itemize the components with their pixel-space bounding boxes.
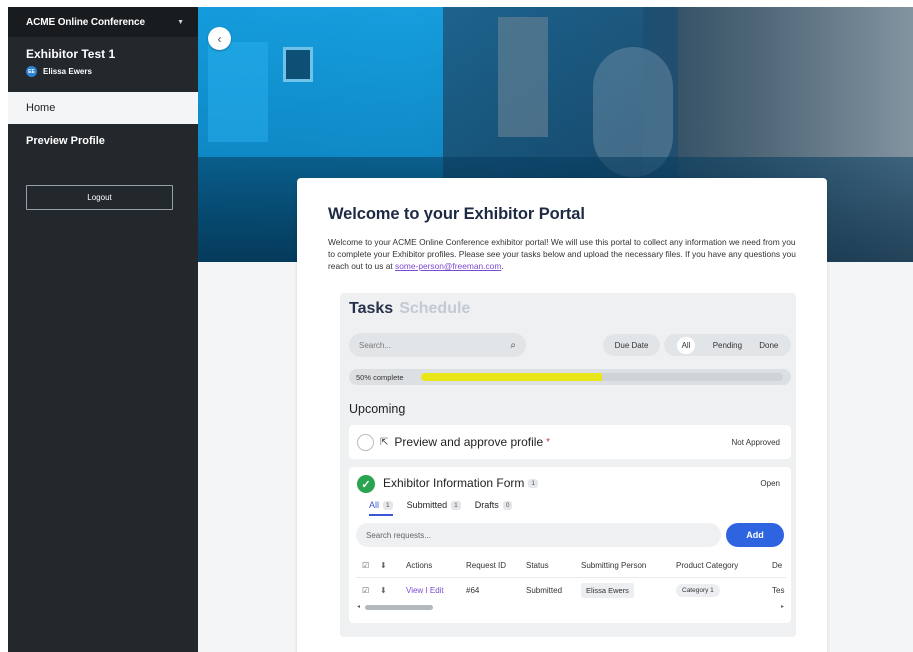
tab-drafts[interactable]: Drafts 0 bbox=[475, 500, 513, 516]
pin-icon[interactable]: ⬇ bbox=[380, 553, 387, 577]
requests-table: ☑ ⬇ Actions Request ID Status Submitting… bbox=[356, 553, 786, 601]
banner-shape bbox=[208, 42, 268, 142]
task-status: Open bbox=[760, 479, 780, 488]
add-request-button[interactable]: Add bbox=[726, 523, 784, 547]
task-preview-approve-profile[interactable]: ⇱ Preview and approve profile * Not Appr… bbox=[349, 425, 791, 459]
upcoming-heading: Upcoming bbox=[349, 402, 406, 416]
request-search-input[interactable]: Search requests... bbox=[356, 523, 721, 547]
product-category: Category 1 bbox=[676, 578, 720, 602]
category-chip: Category 1 bbox=[676, 583, 720, 597]
count-badge: 1 bbox=[528, 479, 539, 489]
count-badge: 1 bbox=[383, 501, 393, 511]
column-header[interactable]: Status bbox=[526, 553, 549, 577]
progress-bar: 50% complete bbox=[349, 369, 791, 385]
due-date-sort-button[interactable]: Due Date bbox=[603, 334, 660, 356]
tab-label: All bbox=[369, 500, 380, 510]
task-exhibitor-information-form: ✓ Exhibitor Information Form 1 Open All 1 … bbox=[349, 467, 791, 623]
intro-end: . bbox=[501, 261, 504, 271]
filter-pending[interactable]: Pending bbox=[713, 341, 742, 350]
count-badge: 1 bbox=[451, 501, 461, 511]
status-filter-group: All Pending Done bbox=[664, 334, 791, 356]
org-name: ACME Online Conference bbox=[26, 16, 145, 28]
scroll-right-icon[interactable]: ▸ bbox=[781, 603, 784, 610]
person-chip: Elissa Ewers bbox=[581, 582, 634, 598]
edit-icon[interactable]: ☑ bbox=[362, 553, 369, 577]
share-icon: ⇱ bbox=[380, 436, 389, 448]
task-search-input[interactable]: Search... ⌕ bbox=[349, 333, 526, 357]
tasks-panel: Tasks Schedule Search... ⌕ Due Date All P… bbox=[340, 293, 796, 637]
table-header: ☑ ⬇ Actions Request ID Status Submitting… bbox=[356, 553, 786, 577]
progress-fill bbox=[421, 373, 602, 381]
exhibitor-name: Exhibitor Test 1 bbox=[26, 47, 116, 61]
tab-label: Submitted bbox=[406, 500, 448, 510]
request-tabs: All 1 Submitted 1 Drafts 0 bbox=[369, 500, 513, 517]
task-title-text: Exhibitor Information Form bbox=[383, 476, 525, 490]
submitting-person: Elissa Ewers bbox=[581, 578, 634, 602]
search-placeholder: Search... bbox=[359, 340, 392, 350]
filter-done[interactable]: Done bbox=[759, 341, 778, 350]
column-header[interactable]: Submitting Person bbox=[581, 553, 646, 577]
tab-label: Drafts bbox=[474, 500, 499, 510]
sidebar-item-home[interactable]: Home bbox=[8, 92, 198, 124]
progress-track bbox=[421, 373, 783, 381]
horizontal-scrollbar[interactable]: ◂ ▸ bbox=[356, 603, 786, 612]
welcome-card: Welcome to your Exhibitor Portal Welcome… bbox=[297, 178, 827, 652]
current-user: EE Elissa Ewers bbox=[26, 66, 180, 77]
search-icon: ⌕ bbox=[510, 339, 516, 351]
banner-shape bbox=[498, 17, 548, 137]
contact-email-link[interactable]: some-person@freeman.com bbox=[395, 261, 501, 271]
progress-label: 50% complete bbox=[356, 372, 404, 382]
column-header[interactable]: Actions bbox=[406, 553, 432, 577]
request-id: #64 bbox=[466, 585, 480, 595]
view-edit-link[interactable]: View I Edit bbox=[406, 578, 444, 602]
tab-submitted[interactable]: Submitted 1 bbox=[407, 500, 461, 516]
column-header[interactable]: De bbox=[772, 553, 782, 577]
avatar: EE bbox=[26, 66, 37, 77]
request-status: Submitted bbox=[526, 585, 563, 595]
table-row: ☑ ⬇ View I Edit #64 Submitted Elissa Ewe… bbox=[356, 577, 786, 601]
banner-shape bbox=[283, 47, 313, 82]
edit-icon[interactable]: ☑ bbox=[362, 578, 369, 602]
org-switcher[interactable]: ACME Online Conference ▼ bbox=[8, 7, 198, 37]
user-name: Elissa Ewers bbox=[43, 67, 92, 76]
tab-schedule[interactable]: Schedule bbox=[399, 300, 470, 317]
description: Tes bbox=[772, 585, 785, 595]
required-mark: * bbox=[546, 436, 551, 448]
logout-button[interactable]: Logout bbox=[26, 185, 173, 210]
task-title[interactable]: Exhibitor Information Form 1 bbox=[383, 476, 539, 490]
scrollbar-thumb[interactable] bbox=[365, 605, 433, 610]
page-title: Welcome to your Exhibitor Portal bbox=[328, 205, 585, 223]
exhibitor-info: Exhibitor Test 1 EE Elissa Ewers bbox=[8, 37, 198, 92]
tasks-tabs: Tasks Schedule bbox=[349, 300, 470, 318]
scroll-left-icon[interactable]: ◂ bbox=[357, 603, 360, 610]
chevron-down-icon: ▼ bbox=[177, 18, 184, 26]
count-badge: 0 bbox=[502, 501, 513, 511]
pin-icon[interactable]: ⬇ bbox=[380, 578, 387, 602]
task-status: Not Approved bbox=[731, 437, 780, 447]
filter-all[interactable]: All bbox=[676, 336, 696, 354]
app-window: ACME Online Conference ▼ Exhibitor Test … bbox=[8, 7, 913, 652]
sidebar-item-preview-profile[interactable]: Preview Profile bbox=[8, 124, 198, 158]
tab-tasks[interactable]: Tasks bbox=[349, 300, 393, 317]
column-header[interactable]: Request ID bbox=[466, 553, 506, 577]
column-header[interactable]: Product Category bbox=[676, 553, 738, 577]
sidebar: ACME Online Conference ▼ Exhibitor Test … bbox=[8, 7, 198, 652]
intro-text: Welcome to your ACME Online Conference e… bbox=[328, 236, 803, 272]
incomplete-circle-icon bbox=[357, 433, 374, 451]
tab-all[interactable]: All 1 bbox=[369, 500, 393, 517]
collapse-sidebar-button[interactable]: ‹ bbox=[208, 27, 231, 50]
chevron-left-icon: ‹ bbox=[217, 31, 222, 46]
check-circle-icon: ✓ bbox=[357, 475, 375, 493]
task-title: Preview and approve profile bbox=[394, 435, 544, 449]
